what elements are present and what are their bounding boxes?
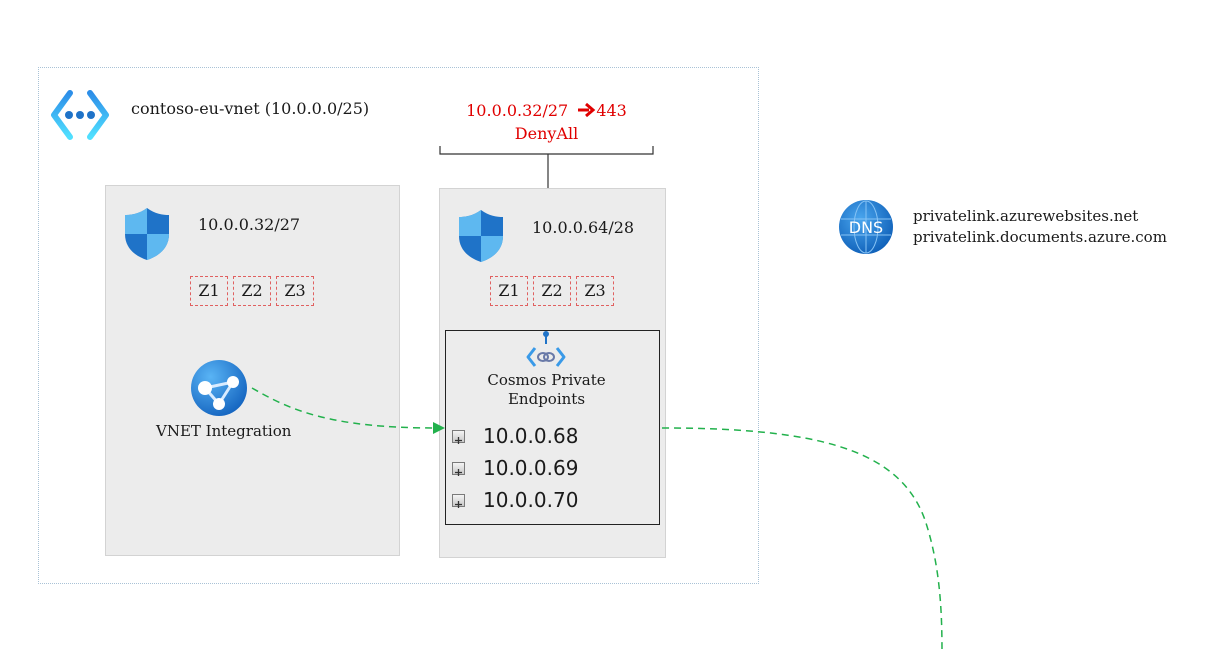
outbound-connector	[661, 427, 943, 652]
dns-zone: privatelink.documents.azure.com	[913, 228, 1167, 246]
connectors	[251, 387, 943, 652]
connector-arrowhead	[433, 422, 445, 434]
vnet-integration-connector	[251, 387, 437, 429]
dns-badge: DNS	[849, 218, 883, 237]
dns-icon: DNS	[839, 200, 893, 254]
dns-zone: privatelink.azurewebsites.net	[913, 207, 1139, 225]
